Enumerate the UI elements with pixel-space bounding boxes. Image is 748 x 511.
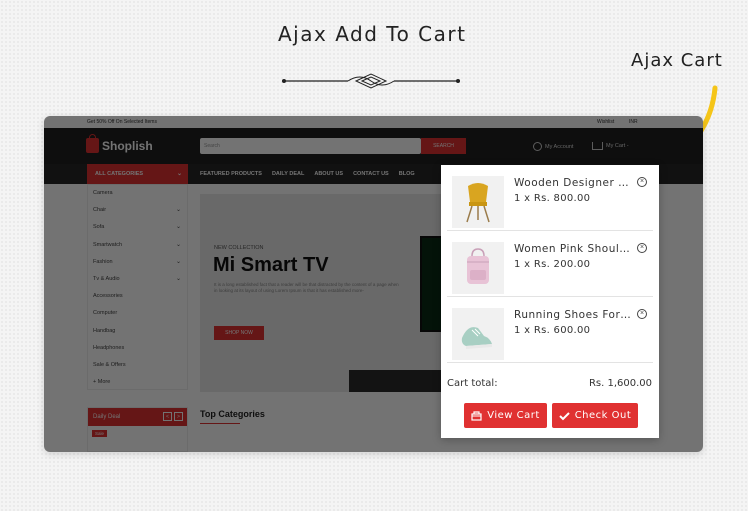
category-label: Chair [93, 207, 107, 214]
category-label: Sofa [93, 224, 105, 231]
user-icon [533, 142, 542, 151]
next-icon[interactable]: > [174, 412, 183, 421]
remove-item-icon[interactable]: × [637, 309, 647, 319]
category-label: Camera [93, 190, 113, 196]
banner-kicker: NEW COLLECTION [214, 245, 264, 251]
chevron-down-icon: ⌄ [175, 224, 181, 231]
sidebar-category[interactable]: Tv & Audio ⌄ [88, 271, 187, 288]
chevron-down-icon: ⌄ [176, 171, 182, 177]
category-label: Fashion [93, 258, 113, 265]
check-out-label: Check Out [574, 410, 632, 421]
nav-link[interactable]: CONTACT US [353, 164, 389, 184]
offer-text: Get 50% Off On Selected Items [87, 119, 157, 125]
bag-icon [467, 248, 489, 284]
category-label: Computer [93, 310, 118, 317]
prev-icon[interactable]: < [163, 412, 172, 421]
product-thumbnail[interactable] [452, 308, 504, 360]
banner-title: Mi Smart TV [213, 254, 329, 276]
ajax-cart-popup: Wooden Designer Lighting Chair 1 x Rs. 8… [441, 165, 659, 438]
sidebar-category[interactable]: Camera [88, 185, 187, 202]
wishlist-link[interactable]: Wishlist [597, 119, 614, 125]
cart-total-value: Rs. 1,600.00 [588, 378, 652, 389]
cart-total-label: Cart total: [447, 378, 498, 389]
nav-link[interactable]: ABOUT US [314, 164, 343, 184]
shop-now-button[interactable]: SHOP NOW [214, 326, 264, 340]
check-icon [558, 411, 570, 420]
header-cart-link[interactable]: My Cart - [592, 142, 629, 150]
category-sidebar: Camera Chair ⌄ Sofa ⌄ Smartwatch ⌄ Fashion ⌄ Tv &… [87, 184, 188, 390]
chair-icon [466, 183, 490, 223]
chevron-down-icon: ⌄ [175, 275, 181, 282]
view-cart-label: View Cart [487, 410, 540, 421]
sale-badge: Sale [92, 430, 108, 437]
divider-ornament [282, 73, 460, 89]
nav-links: FEATURED PRODUCTS DAILY DEAL ABOUT US CONTA… [200, 164, 415, 184]
sidebar-category[interactable]: + More [88, 374, 187, 391]
view-cart-button[interactable]: View Cart [464, 403, 547, 428]
chevron-down-icon: ⌄ [175, 258, 181, 265]
sidebar-category[interactable]: Smartwatch ⌄ [88, 237, 187, 254]
category-label: Handbag [93, 327, 116, 334]
title-underline [200, 423, 240, 424]
all-categories-label: ALL CATEGORIES [95, 171, 144, 177]
cart-item-name[interactable]: Running Shoes For Men [514, 309, 632, 321]
nav-link[interactable]: DAILY DEAL [272, 164, 304, 184]
cart-item: Running Shoes For Men 1 x Rs. 600.00 × [447, 297, 653, 363]
basket-icon [471, 410, 482, 421]
chevron-down-icon: ⌄ [175, 207, 181, 214]
page-heading: Ajax Add To Cart [278, 22, 467, 46]
category-label: + More [93, 379, 111, 386]
site-logo[interactable]: Shoplish [86, 134, 153, 153]
category-label: Headphones [93, 344, 125, 351]
product-thumbnail[interactable] [452, 242, 504, 294]
deal-pager: < > [163, 412, 183, 421]
my-account-link[interactable]: My Account [533, 142, 573, 151]
nav-link[interactable]: BLOG [399, 164, 415, 184]
currency-select[interactable]: INR [629, 119, 638, 125]
sidebar-category[interactable]: Sale & Offers [88, 357, 187, 374]
sidebar-category[interactable]: Fashion ⌄ [88, 254, 187, 271]
top-bar: Get 50% Off On Selected Items Wishlist I… [44, 116, 703, 128]
remove-item-icon[interactable]: × [637, 243, 647, 253]
site-header: Shoplish Search SEARCH My Account My Car… [44, 128, 703, 164]
top-categories-title: Top Categories [200, 409, 265, 419]
sidebar-category[interactable]: Accessories [88, 288, 187, 305]
product-thumbnail[interactable] [452, 176, 504, 228]
search-placeholder: Search [204, 143, 220, 149]
category-label: Tv & Audio [93, 275, 120, 282]
cart-item: Wooden Designer Lighting Chair 1 x Rs. 8… [447, 165, 653, 231]
ajax-cart-label: Ajax Cart [631, 50, 723, 71]
shopping-bag-icon [86, 134, 99, 153]
sidebar-category[interactable]: Chair ⌄ [88, 202, 187, 219]
chevron-down-icon: ⌄ [175, 241, 181, 248]
banner-description: It is a long established fact that a rea… [214, 282, 399, 293]
cart-item-name[interactable]: Wooden Designer Lighting Chair [514, 177, 632, 189]
cart-icon [592, 142, 603, 150]
nav-link[interactable]: FEATURED PRODUCTS [200, 164, 262, 184]
search-button[interactable]: SEARCH [421, 138, 466, 154]
all-categories-button[interactable]: ALL CATEGORIES ⌄ [87, 164, 188, 184]
check-out-button[interactable]: Check Out [552, 403, 638, 428]
daily-deal-box: Daily Deal < > Sale [87, 407, 188, 452]
remove-item-icon[interactable]: × [637, 177, 647, 187]
cart-item-qty-price: 1 x Rs. 600.00 [514, 325, 591, 336]
shoes-icon [461, 327, 492, 349]
daily-deal-title: Daily Deal [93, 414, 121, 420]
sidebar-category[interactable]: Computer [88, 305, 187, 322]
sidebar-category[interactable]: Handbag [88, 323, 187, 340]
cart-item-qty-price: 1 x Rs. 800.00 [514, 193, 591, 204]
logo-text: Shoplish [102, 138, 153, 153]
my-cart-label: My Cart - [606, 143, 629, 149]
sidebar-category[interactable]: Sofa ⌄ [88, 219, 187, 236]
category-label: Accessories [93, 293, 123, 300]
category-label: Smartwatch [93, 241, 123, 248]
cart-item-qty-price: 1 x Rs. 200.00 [514, 259, 591, 270]
search-input[interactable]: Search [200, 138, 421, 154]
category-label: Sale & Offers [93, 361, 126, 368]
sidebar-category[interactable]: Headphones [88, 340, 187, 357]
cart-item-name[interactable]: Women Pink Shoulder Bag [514, 243, 632, 255]
daily-deal-header: Daily Deal < > [88, 408, 187, 426]
cart-item: Women Pink Shoulder Bag 1 x Rs. 200.00 × [447, 231, 653, 297]
my-account-label: My Account [545, 143, 574, 150]
